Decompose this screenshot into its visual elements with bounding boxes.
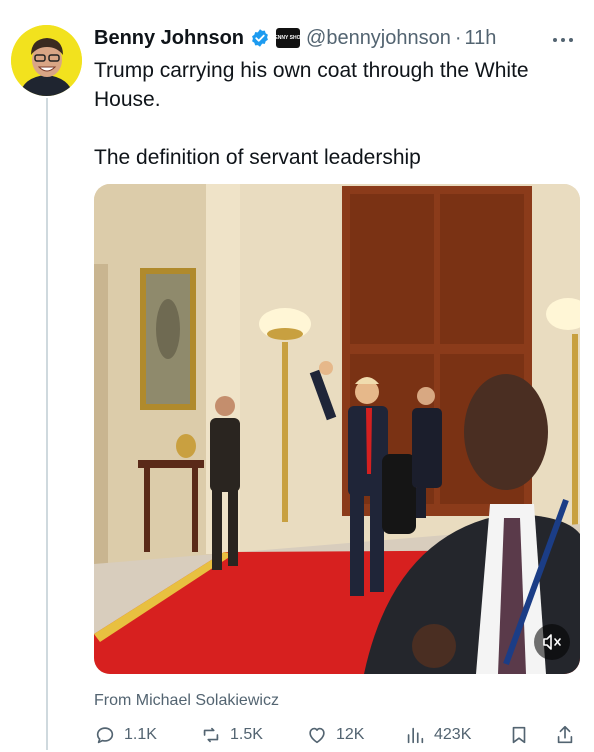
author-handle[interactable]: @bennyjohnson bbox=[306, 27, 451, 50]
repost-button[interactable]: 1.5K bbox=[200, 722, 263, 748]
bookmark-button[interactable] bbox=[508, 722, 538, 748]
media-source[interactable]: From Michael Solakiewicz bbox=[94, 692, 279, 710]
bookmark-icon bbox=[512, 726, 526, 744]
reply-button[interactable]: 1.1K bbox=[94, 722, 157, 748]
author-name[interactable]: Benny Johnson bbox=[94, 27, 244, 50]
timestamp[interactable]: 11h bbox=[465, 27, 497, 50]
avatar[interactable] bbox=[11, 25, 82, 96]
thread-line bbox=[46, 98, 48, 750]
share-icon bbox=[557, 725, 573, 744]
video-player[interactable] bbox=[94, 184, 580, 674]
reply-count: 1.1K bbox=[124, 726, 157, 743]
repost-icon bbox=[203, 727, 219, 743]
views-button[interactable]: 423K bbox=[404, 722, 471, 748]
views-count: 423K bbox=[434, 726, 472, 743]
tweet-text: Trump carrying his own coat through the … bbox=[94, 56, 574, 172]
tweet-text-line2: The definition of servant leadership bbox=[94, 146, 421, 169]
tweet-header: Benny Johnson BENNY SHOW @bennyjohnson ·… bbox=[94, 24, 496, 52]
affiliate-badge[interactable]: BENNY SHOW bbox=[271, 28, 305, 48]
more-icon[interactable] bbox=[552, 28, 574, 49]
tweet-text-line1: Trump carrying his own coat through the … bbox=[94, 59, 529, 111]
video-frame bbox=[94, 184, 580, 674]
dot-separator: · bbox=[454, 26, 462, 49]
like-button[interactable]: 12K bbox=[306, 722, 364, 748]
verified-icon bbox=[250, 28, 270, 48]
views-icon bbox=[407, 727, 424, 744]
repost-count: 1.5K bbox=[230, 726, 263, 743]
like-icon bbox=[309, 727, 325, 744]
reply-icon bbox=[96, 727, 114, 744]
like-count: 12K bbox=[336, 726, 365, 743]
action-bar: 1.1K 1.5K 12K 423K bbox=[94, 722, 580, 752]
share-button[interactable] bbox=[554, 722, 584, 748]
avatar-image bbox=[11, 25, 82, 96]
mute-icon[interactable] bbox=[534, 624, 570, 660]
